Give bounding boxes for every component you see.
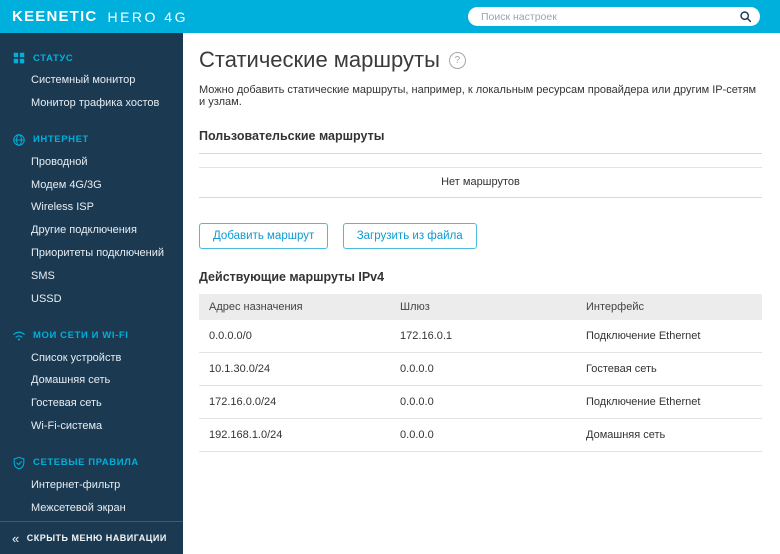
sidebar-item[interactable]: Приоритеты подключений — [0, 242, 183, 265]
sidebar-item[interactable]: Другие подключения — [0, 219, 183, 242]
topbar: KEENETIC HERO 4G — [0, 0, 780, 33]
sidebar-section-header: СЕТЕВЫЕ ПРАВИЛА — [0, 452, 183, 474]
column-destination: Адрес назначения — [199, 294, 391, 320]
search-box[interactable] — [468, 7, 760, 26]
table-header-row: Адрес назначения Шлюз Интерфейс — [199, 294, 762, 320]
table-row: 192.168.1.0/24 0.0.0.0 Домашняя сеть — [199, 418, 762, 452]
sidebar-section-networks-wifi: МОИ СЕТИ И WI-FI Список устройств Домашня… — [0, 325, 183, 438]
cell-gateway: 0.0.0.0 — [390, 385, 577, 419]
sidebar-items: Проводной Модем 4G/3G Wireless ISP Другие п… — [0, 151, 183, 311]
cell-destination: 10.1.30.0/24 — [199, 352, 391, 386]
sidebar-item[interactable]: Межсетевой экран — [0, 497, 183, 520]
help-icon[interactable]: ? — [448, 51, 466, 69]
globe-icon — [12, 133, 26, 147]
table-row: 172.16.0.0/24 0.0.0.0 Подключение Ethern… — [199, 385, 762, 419]
load-from-file-button[interactable]: Загрузить из файла — [342, 223, 477, 249]
title-row: Статические маршруты ? — [199, 47, 762, 73]
sidebar-item[interactable]: USSD — [0, 288, 183, 311]
cell-destination: 192.168.1.0/24 — [199, 418, 391, 452]
main-content: Статические маршруты ? Можно добавить ст… — [183, 33, 780, 554]
active-routes-rows: 0.0.0.0/0 172.16.0.1 Подключение Etherne… — [199, 320, 762, 452]
sidebar-section-label: СЕТЕВЫЕ ПРАВИЛА — [33, 457, 139, 469]
device-model: HERO 4G — [107, 8, 188, 25]
search-input[interactable] — [479, 9, 739, 24]
sidebar-item[interactable]: Wireless ISP — [0, 196, 183, 219]
sidebar-item[interactable]: Проводной — [0, 151, 183, 174]
sidebar-section-header: ИНТЕРНЕТ — [0, 129, 183, 151]
empty-routes-message: Нет маршрутов — [441, 176, 520, 188]
active-routes-table: Адрес назначения Шлюз Интерфейс 0.0.0.0/… — [199, 294, 762, 452]
sidebar-section-label: ИНТЕРНЕТ — [33, 134, 89, 146]
cell-destination: 172.16.0.0/24 — [199, 385, 391, 419]
shield-check-icon — [12, 456, 26, 470]
sidebar-item[interactable]: SMS — [0, 265, 183, 288]
sidebar-section-label: МОИ СЕТИ И WI-FI — [33, 330, 129, 342]
page: KEENETIC HERO 4G СТАТУС — [0, 0, 780, 554]
sidebar-item[interactable]: Интернет-фильтр — [0, 474, 183, 497]
sidebar-item[interactable]: Домашняя сеть — [0, 369, 183, 392]
add-route-button[interactable]: Добавить маршрут — [199, 223, 329, 249]
column-gateway: Шлюз — [390, 294, 577, 320]
wifi-icon — [12, 329, 26, 343]
collapse-menu-label: СКРЫТЬ МЕНЮ НАВИГАЦИИ — [26, 533, 167, 543]
sidebar-section-status: СТАТУС Системный монитор Монитор трафика … — [0, 47, 183, 115]
cell-gateway: 0.0.0.0 — [390, 418, 577, 452]
sidebar-item[interactable]: Модем 4G/3G — [0, 174, 183, 197]
cell-interface: Гостевая сеть — [576, 352, 762, 386]
double-chevron-left-icon: « — [12, 530, 20, 546]
user-routes-actions: Добавить маршрут Загрузить из файла — [199, 223, 762, 249]
page-description: Можно добавить статические маршруты, нап… — [199, 84, 757, 108]
cell-destination: 0.0.0.0/0 — [199, 320, 391, 353]
cell-interface: Домашняя сеть — [576, 418, 762, 452]
sidebar-section-label: СТАТУС — [33, 52, 74, 64]
status-grid-icon — [12, 51, 26, 65]
sidebar-section-header: МОИ СЕТИ И WI-FI — [0, 325, 183, 347]
table-row: 0.0.0.0/0 172.16.0.1 Подключение Etherne… — [199, 320, 762, 353]
table-row: 10.1.30.0/24 0.0.0.0 Гостевая сеть — [199, 352, 762, 386]
cell-gateway: 0.0.0.0 — [390, 352, 577, 386]
user-routes-table: Нет маршрутов — [199, 153, 762, 198]
sidebar-items: Системный монитор Монитор трафика хостов — [0, 69, 183, 115]
user-routes-heading: Пользовательские маршруты — [199, 129, 385, 143]
search-icon[interactable] — [739, 10, 752, 23]
cell-gateway: 172.16.0.1 — [390, 320, 577, 353]
column-interface: Интерфейс — [576, 294, 762, 320]
brand-logo: KEENETIC — [12, 8, 98, 25]
page-title: Статические маршруты — [199, 47, 440, 72]
sidebar-section-internet: ИНТЕРНЕТ Проводной Модем 4G/3G Wireless IS… — [0, 129, 183, 311]
sidebar-section-header: СТАТУС — [0, 47, 183, 69]
user-routes-table-header — [199, 154, 762, 168]
cell-interface: Подключение Ethernet — [576, 320, 762, 353]
active-routes-heading: Действующие маршруты IPv4 — [199, 270, 385, 284]
sidebar-item[interactable]: Гостевая сеть — [0, 392, 183, 415]
sidebar: СТАТУС Системный монитор Монитор трафика … — [0, 33, 183, 554]
sidebar-items: Список устройств Домашняя сеть Гостевая се… — [0, 347, 183, 438]
sidebar-item[interactable]: Список устройств — [0, 347, 183, 370]
sidebar-item[interactable]: Wi-Fi-система — [0, 415, 183, 438]
sidebar-item[interactable]: Системный монитор — [0, 69, 183, 92]
sidebar-item[interactable]: Монитор трафика хостов — [0, 92, 183, 115]
cell-interface: Подключение Ethernet — [576, 385, 762, 419]
collapse-menu-button[interactable]: « СКРЫТЬ МЕНЮ НАВИГАЦИИ — [0, 521, 183, 554]
